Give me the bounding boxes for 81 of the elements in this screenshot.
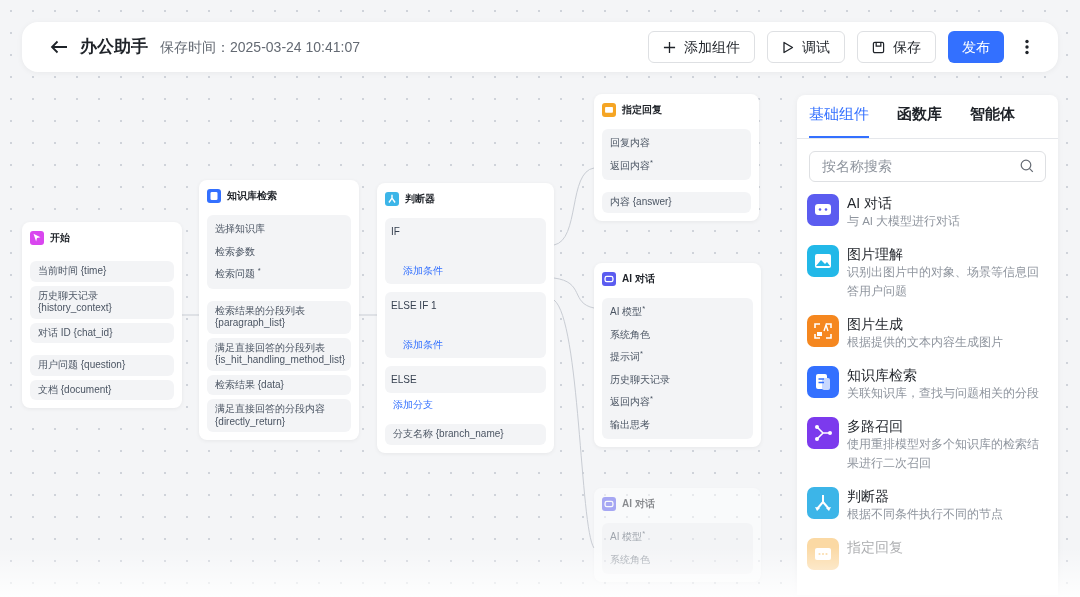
node-title: 开始 xyxy=(50,231,70,245)
node-title: AI 对话 xyxy=(622,272,655,286)
add-condition-link[interactable]: 添加条件 xyxy=(403,337,443,352)
component-title: 多路召回 xyxy=(847,416,904,435)
plus-icon xyxy=(663,40,676,54)
component-title: 图片理解 xyxy=(847,244,904,263)
parameter-label: AI 模型$^{*}$ xyxy=(610,306,647,319)
component-item[interactable]: AI 对话 与 AI 大模型进行对话 xyxy=(807,193,1048,231)
output-field: 满足直接回答的分段内容 {directly_return} xyxy=(207,399,351,432)
output-field: 检索结果的分段列表 {paragraph_list} xyxy=(207,300,351,334)
output-field: 用户问题 {question} xyxy=(30,355,174,376)
parameter-label: 选择知识库 xyxy=(215,223,266,236)
node-card[interactable]: 知识库检索 选择知识库 检索参数 检索问题 $^{*}$ 检索结果的分段列表 {paragraph_list} 满足直接回答的分段列表 {is_hit_handling_method_list} 检索结果 {data} 满足直接回答的分段内容 {directly_return} xyxy=(199,180,359,440)
component-item[interactable]: 判断器 根据不同条件执行不同的节点 xyxy=(807,486,1048,524)
output-field: 对话 ID {chat_id} xyxy=(30,322,174,343)
add-branch-link[interactable]: 添加分支 xyxy=(393,397,433,412)
node-icon xyxy=(602,496,616,511)
parameter-label: AI 模型$^{*}$ xyxy=(610,531,647,544)
toolbar-button[interactable]: 保存 xyxy=(857,31,936,63)
more-icon[interactable] xyxy=(1024,39,1030,55)
save-icon xyxy=(872,40,885,54)
parameter-label: 回复内容 xyxy=(610,137,651,150)
component-description: 识别出图片中的对象、场景等信息回答用户问题 xyxy=(847,264,1040,299)
parameter-label: 系统角色 xyxy=(610,328,651,341)
component-description: 与 AI 大模型进行对话 xyxy=(847,213,961,229)
parameter-label: 检索参数 xyxy=(215,245,256,258)
component-description: 关联知识库，查找与问题相关的分段 xyxy=(847,385,1039,401)
node-card[interactable]: 指定回复 回复内容 返回内容$^{*}$ 内容 {answer} xyxy=(594,94,759,221)
output-field: 分支名称 {branch_name} xyxy=(385,424,546,445)
node-title: 指定回复 xyxy=(622,103,662,117)
component-item[interactable]: 图片理解 识别出图片中的对象、场景等信息回答用户问题 xyxy=(807,244,1048,301)
component-description: 根据提供的文本内容生成图片 xyxy=(847,334,1003,350)
branch-label: IF xyxy=(391,225,401,239)
panel-tab[interactable]: 函数库 xyxy=(897,95,942,138)
output-field: 内容 {answer} xyxy=(602,192,751,213)
component-item[interactable]: 多路召回 使用重排模型对多个知识库的检索结果进行二次召回 xyxy=(807,416,1048,473)
component-title: 指定回复 xyxy=(847,537,903,556)
parameter-label: 输出思考 xyxy=(610,418,651,431)
component-title: AI 对话 xyxy=(847,193,894,212)
node-icon xyxy=(602,271,616,286)
search-field[interactable]: 按名称搜索 xyxy=(809,150,1046,182)
parameter-label: 返回内容$^{*}$ xyxy=(610,396,654,409)
branch-label: ELSE IF 1 xyxy=(391,299,438,313)
node-title: 判断器 xyxy=(405,192,435,206)
output-field: 满足直接回答的分段列表 {is_hit_handling_method_list} xyxy=(207,337,351,371)
add-condition-link[interactable]: 添加条件 xyxy=(403,263,443,278)
output-field: 当前时间 {time} xyxy=(30,261,174,282)
output-field: 检索结果 {data} xyxy=(207,374,351,395)
node-icon xyxy=(602,102,616,117)
component-description: 使用重排模型对多个知识库的检索结果进行二次召回 xyxy=(847,436,1040,471)
node-title: 知识库检索 xyxy=(227,189,277,203)
node-card[interactable]: AI 对话 AI 模型$^{*}$ 系统角色 提示词$^{*}$ 历史聊天记录 返回内容$^{*}$ 输出思考 xyxy=(594,263,761,447)
search-icon xyxy=(1020,159,1034,173)
node-icon xyxy=(385,191,399,206)
panel-tab[interactable]: 基础组件 xyxy=(809,95,869,138)
parameter-label: 检索问题 $^{*}$ xyxy=(215,268,262,281)
component-title: 知识库检索 xyxy=(847,365,918,384)
back-arrow-icon[interactable] xyxy=(50,40,68,54)
component-title: 判断器 xyxy=(847,486,890,505)
play-icon xyxy=(782,40,794,54)
parameter-label: 提示词$^{*}$ xyxy=(610,351,644,364)
component-description: 根据不同条件执行不同的节点 xyxy=(847,506,1003,522)
parameter-label: 历史聊天记录 xyxy=(610,373,671,386)
save-time: 保存时间：2025-03-24 10:41:07 xyxy=(160,37,360,57)
publish-button[interactable]: 发布 xyxy=(948,31,1004,63)
component-title: 图片生成 xyxy=(847,314,904,333)
component-item[interactable]: 知识库检索 关联知识库，查找与问题相关的分段 xyxy=(807,365,1048,403)
parameter-label: 返回内容$^{*}$ xyxy=(610,159,654,172)
node-title: AI 对话 xyxy=(622,497,655,511)
output-field: 历史聊天记录 {history_context} xyxy=(30,285,174,319)
component-item[interactable]: 图片生成 根据提供的文本内容生成图片 xyxy=(807,314,1048,352)
app-title: 办公助手 xyxy=(80,36,148,59)
output-field: 文档 {document} xyxy=(30,379,174,400)
branch-label: ELSE xyxy=(385,366,546,393)
node-icon xyxy=(207,188,221,203)
toolbar-button[interactable]: 添加组件 xyxy=(648,31,755,63)
node-icon xyxy=(30,230,44,245)
node-card[interactable]: 判断器 IF 添加条件 ELSE IF 1 添加条件 ELSE 添加分支 分支名称 {branch_name} xyxy=(377,183,554,453)
toolbar-button[interactable]: 调试 xyxy=(767,31,845,63)
node-card[interactable]: 开始 当前时间 {time} 历史聊天记录 {history_context} 对话 ID {chat_id} 用户问题 {question} 文档 {document} xyxy=(22,222,182,408)
panel-tab[interactable]: 智能体 xyxy=(970,95,1015,138)
